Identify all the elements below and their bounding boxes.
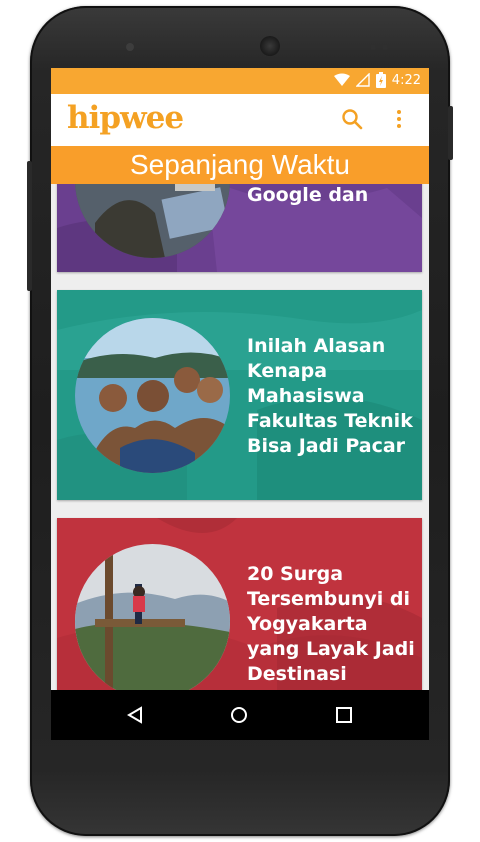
- battery-icon: [375, 72, 386, 88]
- screen: 4:22 hipwee Sepanjang Waktu Google dan I…: [51, 68, 429, 740]
- article-thumbnail: [75, 318, 230, 473]
- status-time: 4:22: [391, 72, 421, 88]
- overflow-menu-icon[interactable]: [391, 108, 407, 130]
- article-title: 20 Surga Tersembunyi di Yogyakarta yang …: [247, 563, 415, 685]
- navigation-bar: [51, 690, 429, 740]
- back-icon[interactable]: [126, 706, 144, 724]
- light-sensor: [382, 44, 388, 50]
- power-button: [448, 106, 453, 160]
- earpiece-speaker: [260, 36, 280, 56]
- volume-button: [27, 161, 32, 291]
- article-card[interactable]: Inilah Alasan Kenapa Mahasiswa Fakultas …: [57, 290, 422, 500]
- section-title: Sepanjang Waktu: [51, 146, 429, 184]
- status-bar: 4:22: [51, 68, 429, 94]
- proximity-sensor: [370, 44, 376, 50]
- hipwee-logo[interactable]: hipwee: [67, 100, 184, 136]
- article-title: Inilah Alasan Kenapa Mahasiswa Fakultas …: [247, 335, 413, 457]
- front-camera: [126, 43, 134, 51]
- home-icon[interactable]: [230, 706, 248, 724]
- signal-icon: [355, 73, 370, 87]
- recents-icon[interactable]: [336, 707, 352, 723]
- search-icon[interactable]: [341, 108, 363, 130]
- wifi-icon: [333, 73, 350, 86]
- article-thumbnail: [75, 544, 230, 699]
- app-bar: hipwee: [51, 94, 429, 146]
